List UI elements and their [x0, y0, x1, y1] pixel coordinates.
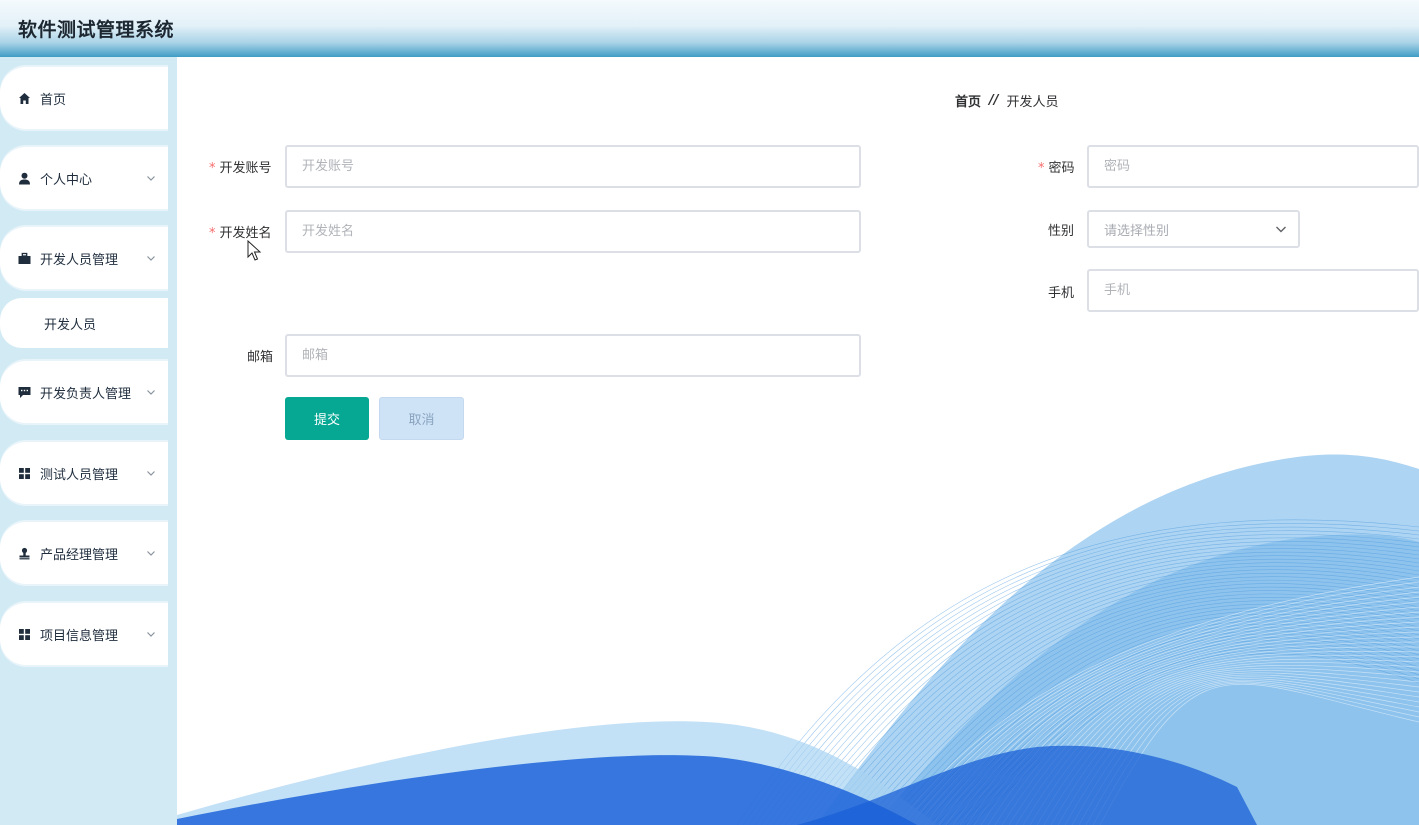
phone-input[interactable] [1087, 269, 1419, 312]
sidebar-item-label: 产品经理管理 [40, 547, 119, 563]
cancel-button[interactable]: 取消 [379, 397, 464, 440]
breadcrumb-home[interactable]: 首页 [955, 91, 981, 110]
sidebar-item-label: 测试人员管理 [40, 467, 119, 483]
phone-label: 手机 [1048, 286, 1075, 301]
chevron-down-icon [144, 466, 158, 480]
main-content: 首页 // 开发人员 *开发账号 *密码 *开发姓名 性别 请选择性别 手机 邮… [177, 57, 1419, 825]
email-input[interactable] [285, 334, 861, 377]
grid-icon [17, 627, 31, 641]
required-mark: * [209, 226, 216, 241]
sidebar-item-dev-lead-management[interactable]: 开发负责人管理 [0, 361, 168, 423]
name-label: * 开发姓名 [209, 226, 272, 241]
sidebar-item-label: 个人中心 [40, 172, 93, 188]
password-label: * 密码 [1038, 161, 1075, 176]
required-mark: * [1038, 161, 1045, 176]
sidebar-item-label: 开发人员管理 [40, 252, 119, 268]
sidebar-item-tester-management[interactable]: 测试人员管理 [0, 442, 168, 504]
chevron-down-icon [144, 627, 158, 641]
app-title: 软件测试管理系统 [18, 19, 175, 41]
email-label: 邮箱 [247, 350, 274, 365]
required-mark: * [209, 161, 216, 176]
mouse-cursor-icon [247, 240, 262, 261]
sidebar-subitem-label: 开发人员 [44, 317, 97, 333]
grid-icon [17, 466, 31, 480]
chevron-down-icon [144, 251, 158, 265]
sidebar-item-product-manager-management[interactable]: 产品经理管理 [0, 522, 168, 584]
sidebar-subitem-developer[interactable]: 开发人员 [0, 298, 168, 348]
sidebar-item-label: 项目信息管理 [40, 628, 119, 644]
user-icon [17, 171, 31, 185]
top-header: 软件测试管理系统 [0, 0, 1419, 57]
chat-icon [17, 385, 31, 399]
breadcrumb-separator: // [989, 93, 999, 108]
sidebar-item-personal-center[interactable]: 个人中心 [0, 147, 168, 209]
sidebar-item-label: 开发负责人管理 [40, 386, 132, 402]
sidebar-item-home[interactable]: 首页 [0, 67, 168, 129]
gender-select[interactable]: 请选择性别 [1087, 210, 1300, 248]
stamp-icon [17, 546, 31, 560]
account-input[interactable] [285, 145, 861, 188]
home-icon [17, 91, 31, 105]
sidebar: 首页 个人中心 开发人员管理 开发人员 开发负责人管理 测试人员管理 产品经理管… [0, 57, 177, 825]
account-label: * 开发账号 [209, 161, 272, 176]
gender-label: 性别 [1048, 224, 1075, 239]
sidebar-item-label: 首页 [40, 92, 67, 108]
sidebar-item-developer-management[interactable]: 开发人员管理 [0, 227, 168, 289]
password-input[interactable] [1087, 145, 1419, 188]
gender-select-placeholder: 请选择性别 [1104, 223, 1170, 239]
name-input[interactable] [285, 210, 861, 253]
chevron-down-icon [144, 546, 158, 560]
breadcrumb-current: 开发人员 [1006, 95, 1059, 110]
breadcrumb: 首页 // 开发人员 [955, 91, 1059, 110]
sidebar-item-project-info-management[interactable]: 项目信息管理 [0, 603, 168, 665]
chevron-down-icon [144, 385, 158, 399]
chevron-down-icon [144, 171, 158, 185]
submit-button[interactable]: 提交 [285, 397, 369, 440]
briefcase-icon [17, 251, 31, 265]
chevron-down-icon [1274, 222, 1288, 236]
